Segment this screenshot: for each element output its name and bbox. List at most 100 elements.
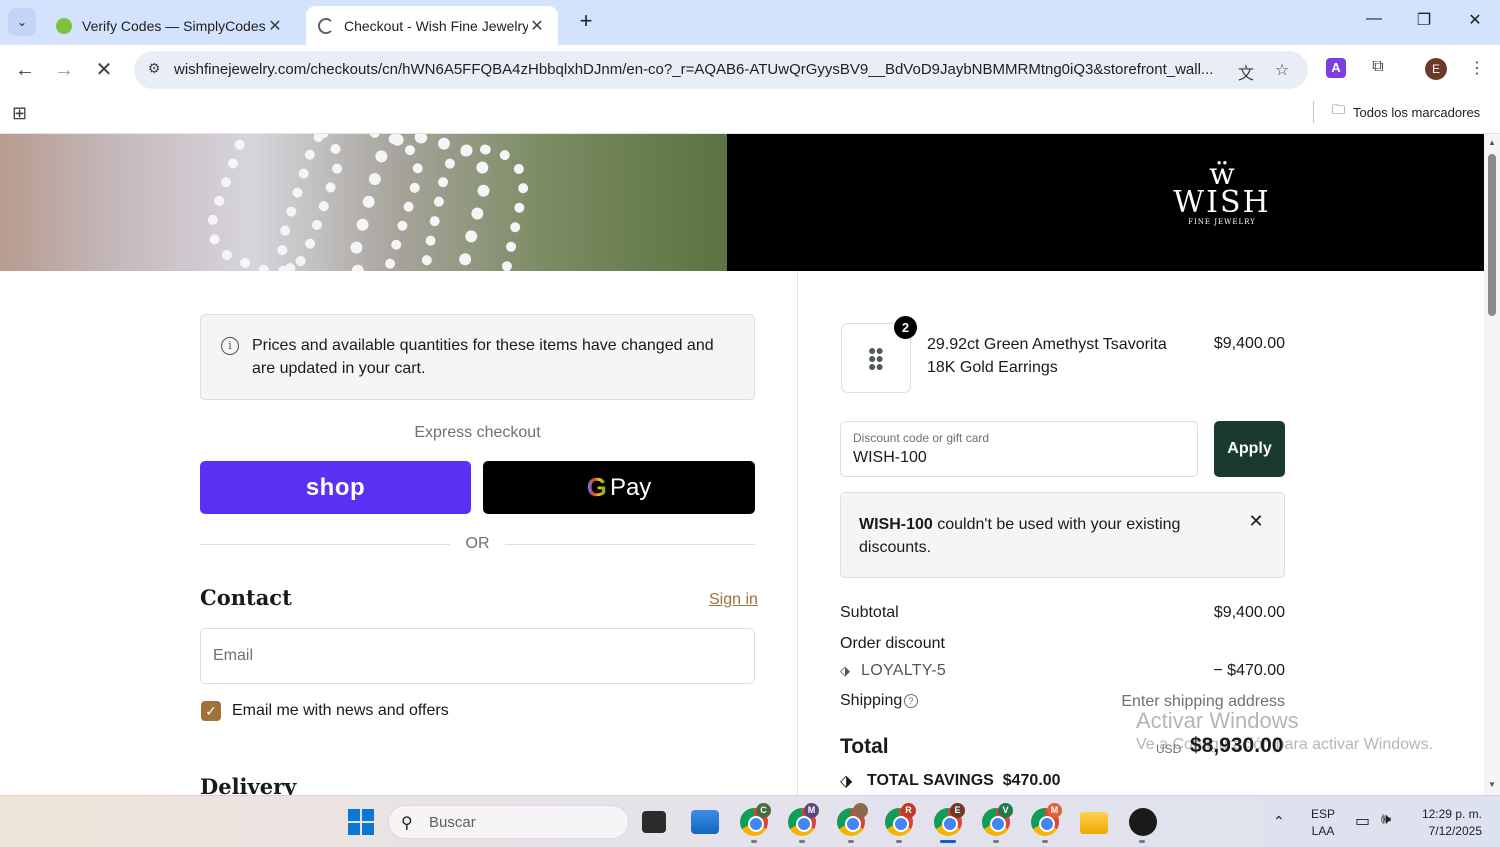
shop-pay-button[interactable]: shop [200, 461, 471, 514]
quantity-badge: 2 [894, 316, 917, 339]
chrome-menu-icon[interactable]: ⋮ [1465, 58, 1489, 82]
product-name: 29.92ct Green Amethyst Tsavorita 18K Gol… [927, 336, 1167, 376]
minimize-icon[interactable]: — [1362, 10, 1386, 34]
contact-heading: Contact [200, 585, 292, 610]
loyalty-code: LOYALTY-5 [861, 662, 947, 679]
profile-badge-c: C [756, 803, 771, 818]
email-input[interactable] [213, 645, 733, 667]
profile-avatar[interactable]: E [1425, 58, 1447, 80]
site-info-icon[interactable]: ⚙ [144, 60, 164, 80]
page-scrollbar[interactable]: ▲ ▼ [1484, 134, 1500, 795]
forward-icon[interactable]: → [51, 57, 77, 83]
tab-search-button[interactable]: ⌄ [8, 8, 36, 36]
volume-icon[interactable]: 🕪 [1381, 811, 1391, 829]
address-bar[interactable]: ⚙ wishfinejewelry.com/checkouts/cn/hWN6A… [134, 51, 1308, 89]
express-checkout-label: Express checkout [414, 424, 541, 441]
activate-windows-title: Activar Windows [1136, 708, 1299, 733]
page-viewport: ẅ WISH FINE JEWELRY i Prices and availab… [0, 134, 1484, 795]
savings-label: TOTAL SAVINGS [867, 772, 994, 789]
profile-badge-v: V [998, 803, 1013, 818]
task-view-icon[interactable] [642, 811, 666, 833]
network-icon[interactable]: ▭ [1355, 811, 1370, 831]
total-savings: TOTAL SAVINGS $470.00 [867, 772, 1061, 790]
close-tab-icon[interactable]: ✕ [528, 16, 546, 36]
or-divider: OR [200, 534, 755, 554]
apply-discount-button[interactable]: Apply [1214, 421, 1285, 477]
bookmark-star-icon[interactable]: ☆ [1271, 60, 1293, 82]
google-pay-button[interactable]: G Pay [483, 461, 755, 514]
product-price: $9,400.00 [1213, 335, 1285, 352]
dark-app-icon[interactable] [1129, 808, 1157, 836]
back-icon[interactable]: ← [12, 57, 38, 83]
extensions-puzzle-icon[interactable]: ⧉ [1366, 58, 1390, 82]
wish-logo: ẅ WISH FINE JEWELRY [1173, 157, 1271, 227]
show-hidden-icons-icon[interactable]: ⌃ [1273, 813, 1285, 830]
simplycodes-favicon-icon [56, 17, 72, 34]
scroll-up-arrow-icon[interactable]: ▲ [1488, 138, 1496, 147]
earrings-image: ●● ●● ●● [868, 342, 884, 374]
bookmarks-bar: ⊞ 🗀 Todos los marcadores [0, 95, 1500, 134]
price-change-notice: i Prices and available quantities for th… [200, 314, 755, 400]
bookmarks-divider [1313, 101, 1314, 123]
savings-value: $470.00 [1002, 772, 1061, 789]
savings-tag-icon: ⬗ [840, 773, 853, 790]
stop-loading-icon[interactable]: ✕ [91, 57, 117, 83]
discount-code-field[interactable]: Discount code or gift card WISH-100 [840, 421, 1198, 477]
apps-grid-icon[interactable]: ⊞ [12, 103, 32, 123]
newsletter-checkbox[interactable]: ✓ [201, 701, 221, 721]
profile-badge-photo [853, 803, 868, 818]
url-text[interactable]: wishfinejewelry.com/checkouts/cn/hWN6A5F… [174, 61, 1224, 78]
browser-toolbar: ← → ✕ ⚙ wishfinejewelry.com/checkouts/cn… [0, 45, 1500, 95]
tab-strip: ⌄ Verify Codes — SimplyCodes ✕ Checkout … [0, 0, 1500, 45]
input-language[interactable]: ESP LAA [1311, 806, 1335, 840]
tab-checkout[interactable]: Checkout - Wish Fine Jewelry ✕ [306, 6, 558, 45]
extension-a-icon[interactable]: A [1326, 58, 1346, 78]
discount-error-banner: WISH-100 couldn't be used with your exis… [840, 492, 1285, 578]
profile-badge-r: R [901, 803, 916, 818]
discount-error-text: WISH-100 couldn't be used with your exis… [859, 513, 1239, 559]
loading-favicon-icon [318, 17, 334, 34]
dismiss-error-icon[interactable]: ✕ [1245, 511, 1267, 533]
lang-line-1: ESP [1311, 807, 1336, 821]
tab-verify-codes[interactable]: Verify Codes — SimplyCodes ✕ [44, 6, 296, 45]
order-discount-label: Order discount [840, 635, 945, 652]
subtotal-label: Subtotal [840, 604, 899, 621]
banner-dark-panel: ẅ WISH FINE JEWELRY [727, 134, 1484, 271]
photos-app-icon[interactable] [691, 810, 719, 834]
shipping-help-icon[interactable]: ? [904, 694, 918, 708]
subtotal-value: $9,400.00 [1213, 604, 1285, 621]
clock[interactable]: 12:29 p. m. 7/12/2025 [1416, 806, 1482, 840]
taskbar-search[interactable]: ⚲ Buscar [388, 805, 629, 839]
all-bookmarks-button[interactable]: 🗀 Todos los marcadores [1332, 101, 1480, 123]
sign-in-link[interactable]: Sign in [709, 591, 758, 609]
loyalty-discount-value: − $470.00 [1213, 662, 1285, 679]
discount-field-value[interactable]: WISH-100 [853, 449, 927, 467]
close-tab-icon[interactable]: ✕ [266, 16, 284, 36]
email-field[interactable] [200, 628, 755, 684]
clock-date: 7/12/2025 [1428, 824, 1482, 838]
gpay-label: Pay [609, 473, 652, 501]
discount-field-label: Discount code or gift card [853, 431, 990, 445]
windows-taskbar: ⚲ Buscar C M R E V M ⌃ ESP LAA ▭ 🕪 12:29… [0, 795, 1500, 847]
close-window-icon[interactable]: ✕ [1463, 10, 1487, 34]
new-tab-button[interactable]: + [574, 10, 598, 34]
delivery-heading: Delivery [200, 774, 297, 795]
scrollbar-thumb[interactable] [1488, 154, 1496, 316]
info-icon: i [221, 337, 239, 355]
all-bookmarks-label: Todos los marcadores [1353, 104, 1481, 120]
scroll-down-arrow-icon[interactable]: ▼ [1488, 780, 1496, 789]
newsletter-label[interactable]: Email me with news and offers [232, 702, 449, 720]
google-g-icon: G [586, 472, 607, 502]
file-explorer-icon[interactable] [1080, 812, 1108, 834]
profile-badge-m: M [804, 803, 819, 818]
windows-start-icon[interactable] [348, 809, 374, 835]
total-label: Total [840, 735, 889, 758]
restore-icon[interactable]: ❐ [1412, 10, 1436, 34]
tab-title: Verify Codes — SimplyCodes [82, 17, 266, 34]
total-value: $8,930.00 [1190, 734, 1284, 757]
search-icon: ⚲ [401, 815, 413, 832]
shipping-label: Shipping [840, 692, 903, 709]
lang-line-2: LAA [1311, 824, 1335, 838]
translate-icon[interactable]: 文 [1235, 60, 1257, 83]
clock-time: 12:29 p. m. [1421, 807, 1482, 821]
